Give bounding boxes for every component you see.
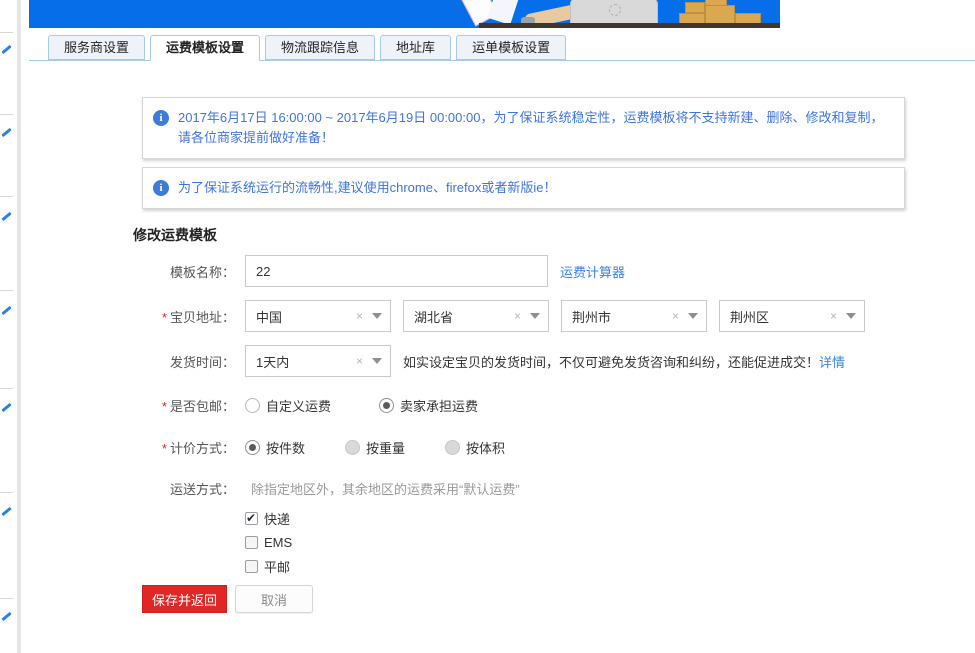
clear-icon[interactable]: ×	[356, 354, 363, 368]
settings-tabbar: 服务商设置 运费模板设置 物流跟踪信息 地址库 运单模板设置	[48, 35, 571, 61]
radio-seller-pays-freight[interactable]: 卖家承担运费	[379, 396, 478, 415]
page-title: 修改运费模板	[133, 225, 217, 245]
tab-service-provider-settings[interactable]: 服务商设置	[48, 35, 145, 60]
sidebar-tick	[0, 196, 13, 197]
clear-icon[interactable]: ×	[672, 309, 679, 323]
sidebar-link-icon	[1, 128, 11, 137]
checkbox-surface-mail[interactable]: 平邮	[245, 554, 520, 578]
sidebar-link-icon	[1, 612, 11, 621]
sidebar-link-icon	[1, 507, 11, 516]
papers-illustration	[487, 0, 518, 25]
chevron-down-icon	[688, 313, 698, 319]
form-actions: 保存并返回 取消	[142, 585, 942, 613]
checkbox-checked-icon[interactable]	[245, 512, 258, 525]
ship-time-detail-link[interactable]: 详情	[819, 352, 845, 371]
notice-text: 为了保证系统运行的流畅性,建议使用chrome、firefox或者新版ie！	[178, 178, 556, 198]
sidebar-divider	[17, 0, 21, 653]
required-asterisk: *	[162, 441, 167, 456]
address-select-city[interactable]: 荆州市 ×	[561, 300, 707, 332]
radio-selected-icon[interactable]	[245, 440, 260, 455]
checkbox-express[interactable]: 快递	[245, 506, 520, 530]
clear-icon[interactable]: ×	[830, 309, 837, 323]
checkbox-icon[interactable]	[245, 560, 258, 573]
browser-recommendation-notice: i 为了保证系统运行的流畅性,建议使用chrome、firefox或者新版ie！	[142, 167, 905, 209]
shipping-method-row: 运送方式： 除指定地区外，其余地区的运费采用“默认运费” 快递 EMS 平邮	[142, 480, 942, 578]
sidebar-link-icon	[1, 306, 11, 315]
sidebar-tick	[0, 598, 13, 599]
tab-waybill-template-settings[interactable]: 运单模板设置	[456, 35, 566, 60]
chevron-down-icon	[530, 313, 540, 319]
template-name-label: 模板名称：	[142, 262, 245, 281]
laptop-logo	[609, 4, 621, 16]
system-maintenance-notice: i 2017年6月17日 16:00:00 ~ 2017年6月19日 00:00…	[142, 97, 905, 159]
address-select-district[interactable]: 荆州区 ×	[719, 300, 865, 332]
pricing-method-label: *计价方式：	[142, 438, 245, 457]
item-address-row: *宝贝地址： 中国 × 湖北省 × 荆州市 × 荆州区 ×	[142, 300, 942, 332]
radio-by-weight[interactable]: 按重量	[345, 438, 405, 457]
freight-template-form: 模板名称： 运费计算器 *宝贝地址： 中国 × 湖北省 × 荆州市 × 荆州区 …	[142, 255, 942, 613]
item-address-label: *宝贝地址：	[142, 307, 245, 326]
freight-calculator-link[interactable]: 运费计算器	[560, 262, 625, 281]
radio-disabled-icon	[345, 440, 360, 455]
cancel-button[interactable]: 取消	[235, 585, 313, 613]
left-sidebar-fragment	[0, 0, 29, 653]
clear-icon[interactable]: ×	[514, 309, 521, 323]
pricing-method-row: *计价方式： 按件数 按重量 按体积	[142, 437, 942, 457]
required-asterisk: *	[162, 310, 167, 325]
sidebar-tick	[0, 388, 13, 389]
desk-illustration	[479, 23, 780, 28]
radio-selected-icon[interactable]	[379, 398, 394, 413]
tab-logistics-tracking-info[interactable]: 物流跟踪信息	[265, 35, 375, 60]
checkbox-ems[interactable]: EMS	[245, 530, 520, 554]
template-name-input[interactable]	[245, 255, 548, 287]
radio-custom-freight[interactable]: 自定义运费	[245, 396, 331, 415]
save-and-return-button[interactable]: 保存并返回	[142, 585, 227, 613]
tab-address-library[interactable]: 地址库	[380, 35, 451, 60]
radio-by-volume[interactable]: 按体积	[445, 438, 505, 457]
radio-icon[interactable]	[245, 398, 260, 413]
sidebar-tick	[0, 114, 13, 115]
tab-freight-template-settings[interactable]: 运费模板设置	[150, 35, 260, 61]
checkbox-icon[interactable]	[245, 536, 258, 549]
ship-time-row: 发货时间： 1天内 × 如实设定宝贝的发货时间，不仅可避免发货咨询和纠纷，还能促…	[142, 345, 942, 377]
clear-icon[interactable]: ×	[356, 309, 363, 323]
shipping-method-hint: 除指定地区外，其余地区的运费采用“默认运费”	[245, 480, 520, 500]
required-asterisk: *	[162, 399, 167, 414]
sidebar-link-icon	[1, 45, 11, 54]
ship-time-select[interactable]: 1天内 ×	[245, 345, 391, 377]
free-shipping-label: *是否包邮：	[142, 396, 245, 415]
chevron-down-icon	[846, 313, 856, 319]
template-name-row: 模板名称： 运费计算器	[142, 255, 942, 287]
address-select-province[interactable]: 湖北省 ×	[403, 300, 549, 332]
sidebar-tick	[0, 32, 13, 33]
free-shipping-row: *是否包邮： 自定义运费 卖家承担运费	[142, 395, 942, 415]
address-select-country[interactable]: 中国 ×	[245, 300, 391, 332]
info-icon: i	[153, 110, 169, 126]
sidebar-tick	[0, 492, 13, 493]
sidebar-link-icon	[1, 212, 11, 221]
notice-text: 2017年6月17日 16:00:00 ~ 2017年6月19日 00:00:0…	[178, 108, 886, 148]
chevron-down-icon	[372, 358, 382, 364]
sidebar-tick	[0, 290, 13, 291]
ship-time-label: 发货时间：	[142, 352, 245, 371]
shipping-method-label: 运送方式：	[142, 480, 245, 500]
chevron-down-icon	[372, 313, 382, 319]
radio-by-piece[interactable]: 按件数	[245, 438, 305, 457]
sidebar-link-icon	[1, 403, 11, 412]
laptop-illustration	[570, 0, 658, 24]
info-icon: i	[153, 180, 169, 196]
promo-banner	[29, 0, 780, 28]
radio-disabled-icon	[445, 440, 460, 455]
ship-time-hint: 如实设定宝贝的发货时间，不仅可避免发货咨询和纠纷，还能促进成交！	[403, 352, 819, 371]
